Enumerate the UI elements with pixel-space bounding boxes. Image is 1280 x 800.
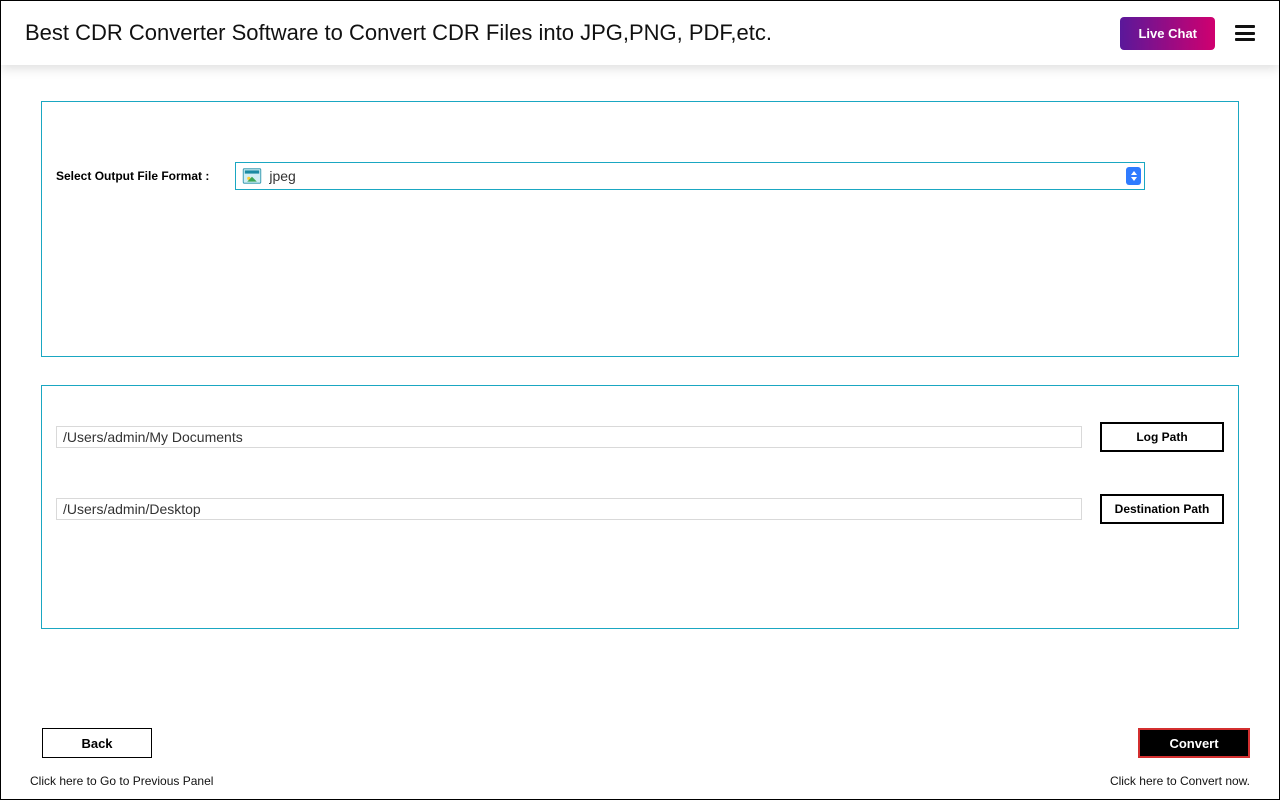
output-format-label: Select Output File Format : bbox=[56, 169, 209, 183]
menu-icon[interactable] bbox=[1235, 25, 1255, 41]
destination-path-button[interactable]: Destination Path bbox=[1100, 494, 1224, 524]
image-file-icon bbox=[241, 167, 263, 185]
footer: Back Click here to Go to Previous Panel … bbox=[0, 728, 1280, 788]
live-chat-button[interactable]: Live Chat bbox=[1120, 17, 1215, 50]
convert-hint: Click here to Convert now. bbox=[1110, 774, 1250, 788]
destination-path-row: Destination Path bbox=[56, 494, 1224, 524]
back-hint: Click here to Go to Previous Panel bbox=[30, 774, 213, 788]
output-format-row: Select Output File Format : jpeg bbox=[56, 162, 1224, 190]
log-path-row: Log Path bbox=[56, 422, 1224, 452]
output-format-panel: Select Output File Format : jpeg bbox=[41, 101, 1239, 357]
header: Best CDR Converter Software to Convert C… bbox=[1, 1, 1279, 65]
log-path-input[interactable] bbox=[56, 426, 1082, 448]
log-path-button[interactable]: Log Path bbox=[1100, 422, 1224, 452]
output-format-select[interactable]: jpeg bbox=[235, 162, 1145, 190]
output-format-value: jpeg bbox=[269, 168, 295, 184]
page-title: Best CDR Converter Software to Convert C… bbox=[25, 20, 772, 46]
convert-button[interactable]: Convert bbox=[1138, 728, 1250, 758]
chevron-updown-icon bbox=[1126, 167, 1141, 185]
content: Select Output File Format : jpeg Log Pat… bbox=[1, 65, 1279, 629]
footer-right: Convert Click here to Convert now. bbox=[1110, 728, 1250, 788]
footer-left: Back Click here to Go to Previous Panel bbox=[30, 728, 213, 788]
back-button[interactable]: Back bbox=[42, 728, 152, 758]
destination-path-input[interactable] bbox=[56, 498, 1082, 520]
paths-panel: Log Path Destination Path bbox=[41, 385, 1239, 629]
header-actions: Live Chat bbox=[1120, 17, 1255, 50]
